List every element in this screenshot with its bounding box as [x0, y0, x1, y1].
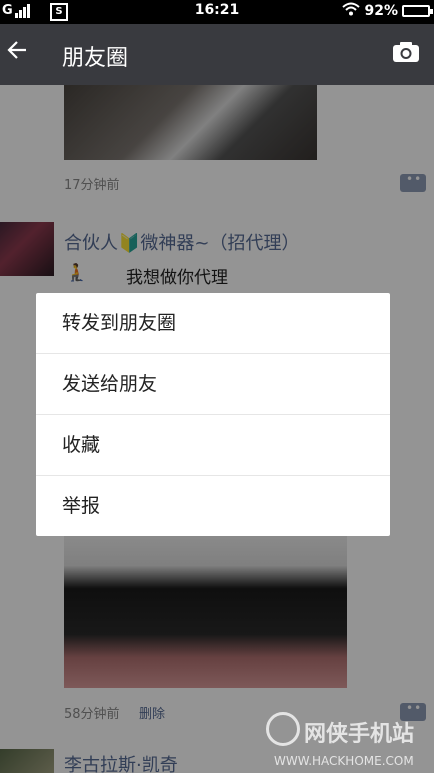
- status-right: 92%: [342, 2, 433, 20]
- navigation-bar: 朋友圈: [0, 24, 434, 85]
- watermark-url: WWW.HACKHOME.COM: [274, 754, 414, 768]
- battery-icon: [402, 5, 433, 17]
- camera-icon[interactable]: [392, 41, 420, 63]
- menu-item-share-moments[interactable]: 转发到朋友圈: [36, 293, 390, 354]
- wifi-icon: [342, 2, 361, 20]
- menu-item-send-to-friend[interactable]: 发送给朋友: [36, 354, 390, 415]
- watermark-logo-icon: [266, 712, 300, 746]
- context-menu: 转发到朋友圈 发送给朋友 收藏 举报: [36, 293, 390, 536]
- watermark-text: 网侠手机站: [304, 722, 415, 747]
- menu-item-favorite[interactable]: 收藏: [36, 415, 390, 476]
- watermark: 网侠手机站 WWW.HACKHOME.COM: [266, 702, 434, 773]
- status-bar: G S 16:21 92%: [0, 0, 434, 24]
- battery-percent: 92%: [364, 3, 398, 19]
- page-title: 朋友圈: [62, 46, 129, 71]
- menu-item-report[interactable]: 举报: [36, 476, 390, 536]
- back-arrow-icon[interactable]: [6, 38, 28, 68]
